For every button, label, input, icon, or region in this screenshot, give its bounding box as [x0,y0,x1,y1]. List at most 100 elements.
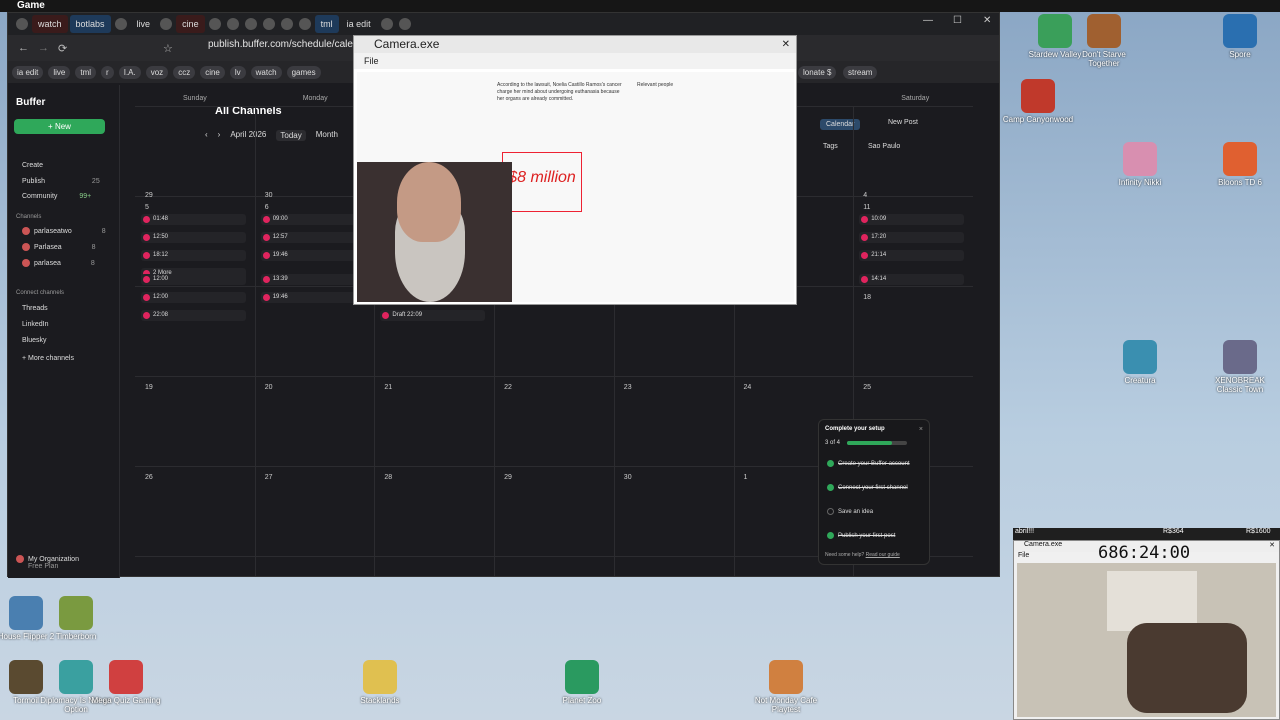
scheduled-post[interactable]: 19:46 [260,250,366,261]
scheduled-post[interactable]: 12:50 [141,232,246,243]
globe-icon[interactable] [114,18,127,30]
scheduled-post[interactable]: 19:46 [260,292,366,303]
desktop-icon[interactable]: Infinity Nikki [1102,142,1178,187]
scheduled-post[interactable]: 13:39 [260,274,366,285]
bookmark-item[interactable]: cine [200,65,225,79]
desktop-icon[interactable]: Planet Zoo [544,660,620,705]
bookmark-icon[interactable]: ☆ [163,42,173,55]
bookmark-item[interactable]: watch [250,65,282,79]
org-plan: Free Plan [28,563,59,570]
connect-channel-linkedin[interactable]: LinkedIn [22,321,48,328]
tab-icon[interactable] [262,18,275,30]
desktop-icon[interactable]: Stacklands [342,660,418,705]
day-number: 19 [145,384,153,391]
setup-step[interactable]: Connect your first channel [827,484,908,491]
scheduled-post[interactable]: 14:14 [859,274,965,285]
setup-step[interactable]: Publish your first post [827,532,895,539]
close-icon[interactable]: ✕ [1269,541,1275,549]
more-channels-link[interactable]: + More channels [22,355,74,362]
minimize-icon[interactable]: — [923,15,933,26]
url-text[interactable]: publish.buffer.com/schedule/calenc [208,39,363,50]
scheduled-post[interactable]: 12:00 [141,292,246,303]
tab-watch[interactable]: watch [32,15,68,33]
post-time: 12:50 [153,234,169,240]
tab-tml[interactable]: tml [314,15,339,33]
scheduled-post[interactable]: 12:00 [141,274,246,285]
tab-botlabs[interactable]: botlabs [69,15,111,33]
guide-link[interactable]: Read our guide [866,552,900,558]
desktop-icon[interactable]: Bloons TD 6 [1202,142,1278,187]
maximize-icon[interactable]: ☐ [953,15,962,26]
scheduled-post[interactable]: 01:48 [141,214,246,225]
tab-icon[interactable] [280,18,293,30]
desktop-icon[interactable]: Spore [1202,14,1278,59]
setup-step[interactable]: Create your Buffer account [827,460,910,467]
desktop-icon-label: XENOBREAK Classic Town [1215,376,1265,394]
window-shape [1107,571,1197,631]
back-icon[interactable]: ← [18,42,29,54]
scheduled-post[interactable]: 10:09 [859,214,965,225]
organization[interactable]: My Organization Free Plan [16,555,79,570]
desktop-icon[interactable]: Don't Starve Together [1066,14,1142,68]
scheduled-post[interactable]: 12:57 [260,232,366,243]
tab-icon[interactable] [244,18,257,30]
sidebar-item-create[interactable]: Create [22,162,43,169]
scheduled-post[interactable]: 17:20 [859,232,965,243]
community-badge: 99+ [79,193,92,200]
scheduled-post[interactable]: Draft 22:09 [380,310,486,321]
tab-live[interactable]: live [131,15,157,33]
bookmark-item[interactable]: tml [75,65,97,79]
tab-ia-edit[interactable]: ia edit [341,15,377,33]
app-icon [1021,79,1055,113]
desktop-icon[interactable]: Timberborn [38,596,114,641]
new-button[interactable]: + New [14,119,105,134]
desktop-icon[interactable]: Not Monday Cafe Playtest [748,660,824,714]
tab-icon[interactable] [398,18,411,30]
tab-icon[interactable] [226,18,239,30]
file-menu[interactable]: File [364,56,379,66]
camera-window[interactable]: Camera.exe ✕ File According to the lawsui… [353,35,797,305]
bookmark-item[interactable]: live [48,65,71,79]
bookmark-item[interactable]: voz [145,65,169,79]
desktop-icon[interactable]: XENOBREAK Classic Town [1202,340,1278,394]
close-icon[interactable]: × [919,426,923,433]
channel-item[interactable]: parlasea 8 [22,259,95,267]
tab-cine[interactable]: cine [176,15,205,33]
desktop-icon[interactable]: Mega Quiz Gaming [88,660,164,705]
bookmark-item[interactable]: ia edit [12,65,44,79]
scheduled-post[interactable]: 22:08 [141,310,246,321]
close-icon[interactable]: ✕ [782,36,790,53]
progress-fill [847,441,892,445]
scheduled-post[interactable]: 18:12 [141,250,246,261]
connect-channel-bluesky[interactable]: Bluesky [22,337,47,344]
channel-item[interactable]: parlaseatwo 8 [22,227,106,235]
setup-step[interactable]: Save an idea [827,508,873,515]
tab-icon[interactable] [380,18,393,30]
publish-count: 25 [91,178,100,185]
forward-icon[interactable]: → [38,42,49,54]
scheduled-post[interactable]: 21:14 [859,250,965,261]
sidebar-item-publish[interactable]: Publish 25 [22,178,100,185]
close-icon[interactable]: ✕ [983,15,991,26]
bookmark-item[interactable]: I.A. [118,65,141,79]
tab-bar: watch botlabs live cine tml ia edit — ☐ … [8,13,999,35]
post-channel-icon [143,294,150,301]
camera-window-2[interactable]: Camera.exe ✕ File [1013,540,1280,720]
tab-icon[interactable] [208,18,221,30]
sidebar-item-community[interactable]: Community 99+ [22,193,91,200]
reload-icon[interactable]: ⟳ [58,42,67,55]
bookmark-item[interactable]: lonate $ [798,65,837,79]
connect-channel-threads[interactable]: Threads [22,305,48,312]
bookmark-item[interactable]: lv [229,65,246,79]
scheduled-post[interactable]: 09:00 [260,214,366,225]
tab-icon[interactable] [298,18,311,30]
bookmark-item[interactable]: r [101,65,114,79]
bookmark-item[interactable]: games [286,65,321,79]
desktop-icon[interactable]: Camp Canyonwood [1000,79,1076,124]
bookmark-item[interactable]: ccz [173,65,196,79]
bookmark-item[interactable]: stream [843,65,878,79]
channel-item[interactable]: Parlasea 8 [22,243,96,251]
desktop-icon[interactable]: Creatura [1102,340,1178,385]
channel-count: 8 [101,227,106,235]
tiktok-icon[interactable] [160,18,173,30]
